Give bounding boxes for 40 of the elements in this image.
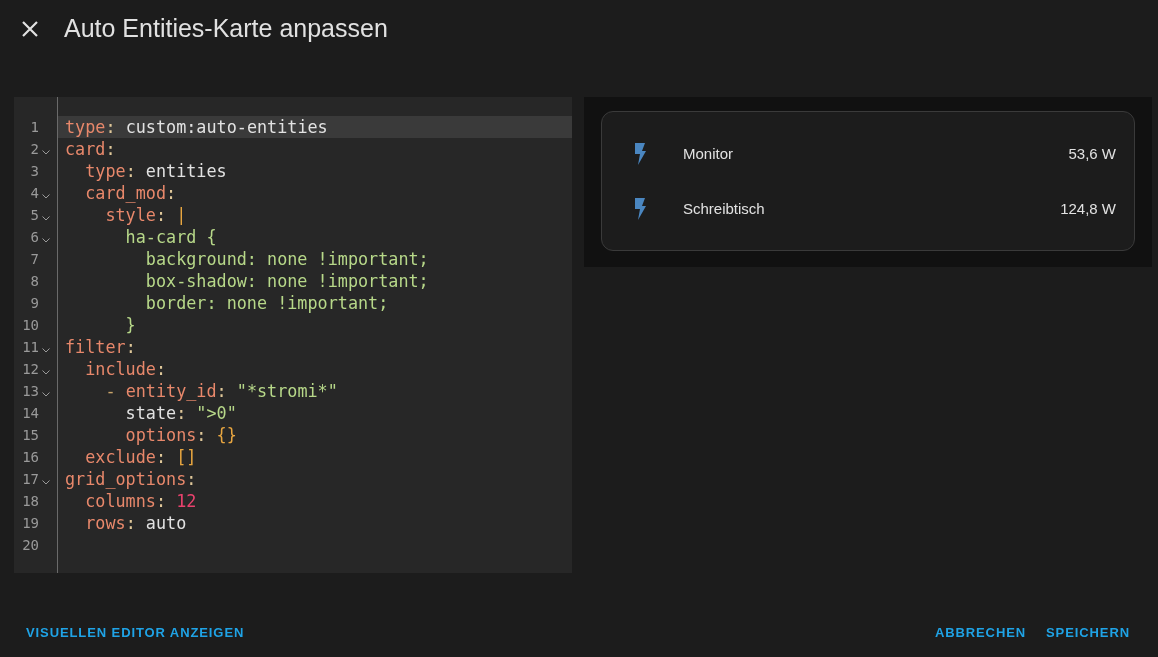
lightning-icon <box>634 197 647 220</box>
visual-editor-button[interactable]: VISUELLEN EDITOR ANZEIGEN <box>16 618 255 646</box>
line-number: 19 <box>21 515 39 531</box>
line-number: 5 <box>29 207 39 223</box>
line-number: 7 <box>29 251 39 267</box>
line-number: 6 <box>29 229 39 245</box>
line-number: 1 <box>29 119 39 135</box>
line-number: 10 <box>21 317 39 333</box>
line-number: 9 <box>29 295 39 311</box>
chevron-down-icon[interactable] <box>42 193 50 199</box>
chevron-down-icon[interactable] <box>42 391 50 397</box>
line-number: 15 <box>21 427 39 443</box>
code-editor[interactable] <box>14 97 572 573</box>
line-number: 2 <box>29 141 39 157</box>
line-number: 8 <box>29 273 39 289</box>
chevron-down-icon[interactable] <box>42 347 50 353</box>
dialog-title: Auto Entities-Karte anpassen <box>64 14 388 43</box>
line-number: 13 <box>21 383 39 399</box>
line-number: 14 <box>21 405 39 421</box>
entity-name[interactable]: Schreibtisch <box>683 200 1061 217</box>
line-number: 12 <box>21 361 39 377</box>
line-number: 20 <box>21 537 39 553</box>
line-number: 4 <box>29 185 39 201</box>
chevron-down-icon[interactable] <box>42 479 50 485</box>
entity-value: 124,8 W <box>1060 200 1116 217</box>
chevron-down-icon[interactable] <box>42 237 50 243</box>
entity-name[interactable]: Monitor <box>683 145 1069 162</box>
entity-value: 53,6 W <box>1068 145 1116 162</box>
lightning-icon <box>634 142 647 165</box>
line-number: 3 <box>29 163 39 179</box>
line-number: 11 <box>21 339 39 355</box>
save-button[interactable]: SPEICHERN <box>1036 618 1140 646</box>
line-number: 17 <box>21 471 39 487</box>
chevron-down-icon[interactable] <box>42 215 50 221</box>
line-number: 18 <box>21 493 39 509</box>
line-number: 16 <box>21 449 39 465</box>
close-icon <box>21 19 39 38</box>
chevron-down-icon[interactable] <box>42 369 50 375</box>
chevron-down-icon[interactable] <box>42 149 50 155</box>
cancel-button[interactable]: ABBRECHEN <box>924 618 1037 646</box>
